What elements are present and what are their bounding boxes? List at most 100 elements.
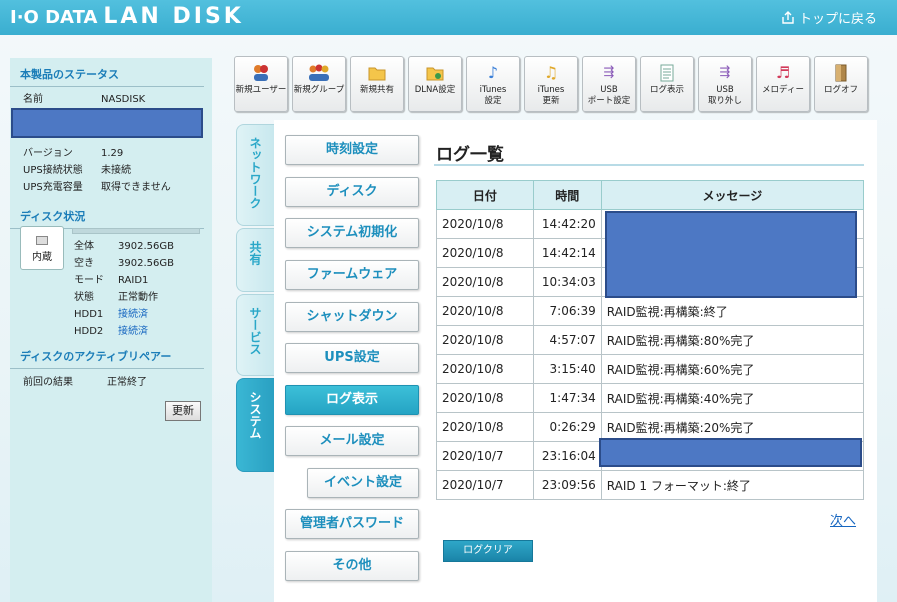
hdd2-status-link[interactable]: 接続済 [118,323,148,340]
table-row: 2020/10/8 4:57:07 RAID監視:再構築:80%完了 [436,325,865,355]
disk-row-label: モード [74,275,104,286]
itunes-settings-icon: ♪ [487,63,499,82]
new-user-button[interactable]: 新規ユーザー [234,56,288,112]
disk-row: モード RAID1 [74,272,174,289]
hdd-icon [36,236,48,245]
table-row: 2020/10/7 23:09:56 RAID 1 フォーマット:終了 [436,470,865,500]
new-share-button[interactable]: 新規共有 [350,56,404,112]
logoff-button[interactable]: ログオフ [814,56,868,112]
tab-service[interactable]: サービス [236,294,274,376]
title-divider [434,164,864,166]
log-date: 2020/10/8 [436,267,534,297]
table-row: 2020/10/8 7:06:39 RAID監視:再構築:終了 [436,296,865,326]
toolbar: 新規ユーザー 新規グループ 新規共有 DLNA設定 ♪ iTunes 設定 ♫ … [234,56,872,112]
log-time: 23:16:04 [532,441,602,471]
disk-internal-label: 内蔵 [32,252,52,263]
submenu-time-settings[interactable]: 時刻設定 [285,135,419,165]
submenu-admin-password[interactable]: 管理者パスワード [285,509,419,539]
redacted-block [11,108,203,138]
brand-logo: I·O DATA LAN DISK [10,4,244,30]
submenu-shutdown[interactable]: シャットダウン [285,302,419,332]
toolbar-label: USB 取り外し [707,85,742,106]
log-time: 14:42:14 [532,238,602,268]
status-ups-cap-row: UPS充電容量 取得できません [10,179,212,196]
submenu-ups-settings[interactable]: UPS設定 [285,343,419,373]
next-page-link[interactable]: 次へ [830,510,856,529]
submenu-mail-settings[interactable]: メール設定 [285,426,419,456]
new-group-icon [308,63,330,83]
status-version-label: バージョン [23,148,73,159]
logoff-icon [830,63,852,83]
active-repair-row: 前回の結果 正常終了 [10,374,147,391]
submenu-firmware[interactable]: ファームウェア [285,260,419,290]
status-ups-cap-value: 取得できません [101,182,171,193]
share-icon [782,10,794,24]
log-date: 2020/10/8 [436,238,534,268]
log-time: 3:15:40 [532,354,602,384]
dlna-settings-button[interactable]: DLNA設定 [408,56,462,112]
submenu-other[interactable]: その他 [285,551,419,581]
column-message: メッセージ [600,180,865,210]
tab-network[interactable]: ネットワーク [236,124,274,226]
toolbar-label: 新規グループ [293,85,345,95]
itunes-update-button[interactable]: ♫ iTunes 更新 [524,56,578,112]
toolbar-label: DLNA設定 [414,85,456,95]
log-date: 2020/10/7 [436,441,534,471]
disk-internal-button[interactable]: 内蔵 [20,226,64,270]
disk-row-label: 空き [74,258,94,269]
log-view-button[interactable]: ログ表示 [640,56,694,112]
log-date: 2020/10/8 [436,412,534,442]
log-message: RAID監視:再構築:80%完了 [600,325,865,355]
log-message: RAID監視:再構築:終了 [600,296,865,326]
toolbar-label: iTunes 設定 [479,85,507,106]
redacted-block [605,211,857,298]
submenu-disk[interactable]: ディスク [285,177,419,207]
log-message: RAID監視:再構築:60%完了 [600,354,865,384]
new-group-button[interactable]: 新規グループ [292,56,346,112]
log-time: 14:42:20 [532,209,602,239]
column-time: 時間 [532,180,602,210]
log-clear-button[interactable]: ログクリア [443,540,533,562]
submenu-log-view[interactable]: ログ表示 [285,385,419,415]
disk-row-label: HDD1 [74,309,104,320]
disk-rows: 全体 3902.56GB 空き 3902.56GB モード RAID1 状態 正常動作 … [74,238,174,340]
submenu-event-settings[interactable]: イベント設定 [307,468,419,498]
status-name-label: 名前 [23,94,43,105]
usb-remove-button[interactable]: ⇶ USB 取り外し [698,56,752,112]
status-panel: 本製品のステータス 名前 NASDISK バージョン 1.29 UPS接続状態 … [10,58,212,602]
toolbar-label: 新規共有 [359,85,394,95]
disk-row-label: 状態 [74,292,94,303]
refresh-button[interactable]: 更新 [165,401,201,421]
log-view-icon [656,63,678,83]
melody-button[interactable]: ♬ メロディー [756,56,810,112]
submenu-system-init[interactable]: システム初期化 [285,218,419,248]
log-date: 2020/10/8 [436,209,534,239]
usb-port-settings-button[interactable]: ⇶ USB ポート設定 [582,56,636,112]
toolbar-label: iTunes 更新 [537,85,565,106]
status-name-row: 名前 NASDISK [10,91,212,108]
log-date: 2020/10/8 [436,354,534,384]
log-date: 2020/10/8 [436,296,534,326]
status-ups-label: UPS接続状態 [23,165,83,176]
toolbar-label: 新規ユーザー [235,85,287,95]
back-to-top-link[interactable]: トップに戻る [781,8,877,27]
status-ups-row: UPS接続状態 未接続 [10,162,212,179]
tab-share[interactable]: 共有 [236,228,274,292]
disk-row: HDD2 接続済 [74,323,174,340]
brand-landisk: LAN DISK [103,4,244,29]
melody-icon: ♬ [775,63,791,82]
log-message: RAID 1 フォーマット:終了 [600,470,865,500]
dlna-icon [424,63,446,83]
log-header-row: 日付 時間 メッセージ [436,180,865,210]
active-repair-title: ディスクのアクティブリペアー [10,340,204,369]
usb-port-icon: ⇶ [603,65,615,80]
header-bar: I·O DATA LAN DISK トップに戻る [0,0,897,35]
new-user-icon [250,63,272,83]
itunes-settings-button[interactable]: ♪ iTunes 設定 [466,56,520,112]
tab-system[interactable]: システム [236,378,274,472]
log-time: 0:26:29 [532,412,602,442]
hdd1-status-link[interactable]: 接続済 [118,306,148,323]
back-to-top-label: トップに戻る [798,12,877,27]
log-date: 2020/10/7 [436,470,534,500]
disk-row-value: 正常動作 [118,292,158,303]
